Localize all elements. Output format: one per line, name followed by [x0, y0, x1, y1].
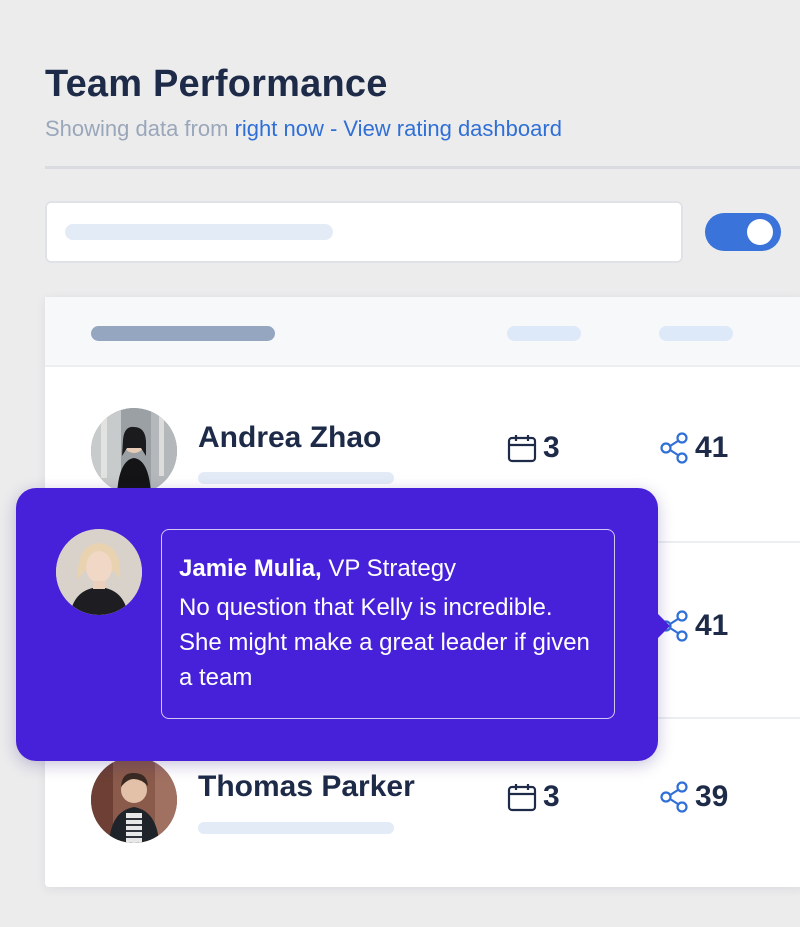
meetings-count: 3 — [543, 431, 560, 464]
share-icon — [660, 781, 688, 813]
page-subtitle: Showing data from right now - View ratin… — [45, 116, 562, 142]
member-name[interactable]: Andrea Zhao — [198, 421, 381, 455]
subtitle-separator: - — [323, 116, 344, 141]
share-icon — [660, 432, 688, 464]
toggle-knob — [747, 219, 773, 245]
header-name-column[interactable] — [91, 326, 275, 341]
calendar-icon — [507, 435, 537, 463]
view-toggle[interactable] — [705, 213, 781, 251]
avatar — [91, 757, 177, 843]
time-range-link[interactable]: right now — [235, 116, 324, 141]
search-placeholder-bar — [65, 224, 333, 240]
subtitle-prefix: Showing data from — [45, 116, 229, 141]
quote-box: Jamie Mulia, VP Strategy No question tha… — [161, 529, 615, 719]
feedback-popup[interactable]: Jamie Mulia, VP Strategy No question tha… — [16, 488, 670, 761]
shares-count: 41 — [695, 431, 729, 464]
rating-dashboard-link[interactable]: View rating dashboard — [343, 116, 562, 141]
author-avatar — [56, 529, 142, 615]
page-title: Team Performance — [45, 63, 388, 105]
member-name[interactable]: Thomas Parker — [198, 770, 415, 804]
author-name: Jamie Mulia, — [179, 555, 322, 582]
shares-metric: 39 — [659, 780, 728, 814]
calendar-icon — [507, 784, 537, 812]
author-role: VP Strategy — [328, 555, 457, 582]
meetings-metric: 3 — [507, 431, 560, 465]
quote-author: Jamie Mulia, VP Strategy — [179, 552, 598, 586]
quote-text: No question that Kelly is incredible. Sh… — [179, 594, 590, 691]
meetings-count: 3 — [543, 780, 560, 813]
header-divider — [45, 166, 800, 169]
avatar — [91, 408, 177, 494]
table-header — [45, 297, 800, 367]
member-subtitle-bar — [198, 822, 394, 834]
header-shares-column[interactable] — [659, 326, 733, 341]
meetings-metric: 3 — [507, 780, 560, 814]
shares-count: 41 — [695, 609, 729, 642]
header-meetings-column[interactable] — [507, 326, 581, 341]
shares-count: 39 — [695, 780, 729, 813]
member-subtitle-bar — [198, 472, 394, 484]
shares-metric: 41 — [659, 431, 728, 465]
search-input[interactable] — [45, 201, 683, 263]
